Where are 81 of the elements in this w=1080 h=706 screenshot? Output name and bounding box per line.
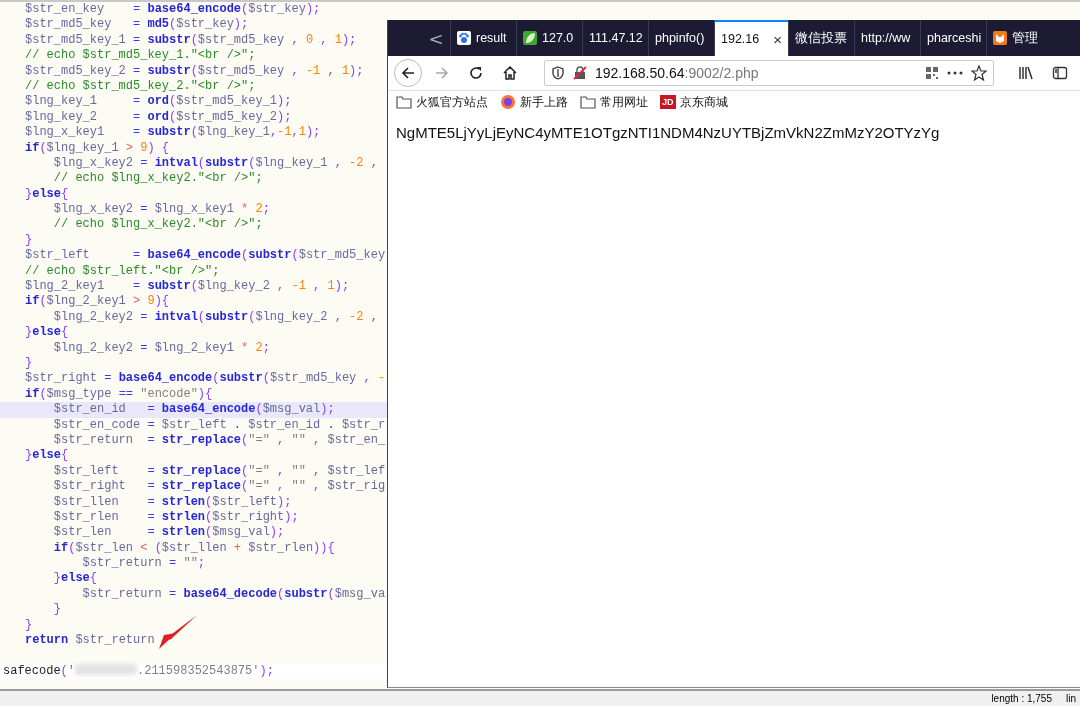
bookmark-label: 京东商城 [679,93,728,111]
code-line: if($msg_type == "encode"){ [24,386,214,403]
insecure-lock-icon [573,66,587,80]
browser-tab[interactable]: pharceshi [920,20,986,56]
code-line: // echo $str_md5_key_2."<br />"; [24,78,257,95]
back-arrow-icon [400,65,416,81]
sidebar-icon [1052,65,1068,81]
globe-icon [500,94,516,110]
bookmark-item[interactable]: 常用网址 [580,93,648,111]
code-line: $lng_x_key2 = $lng_x_key1 * 2; [52,202,271,218]
browser-tab[interactable]: http://ww [854,20,920,56]
code-line: $lng_2_key2 = intval(substr($lng_key_2 , -2 , [52,309,379,326]
code-line: $str_return = str_replace("=" , "" , $str_en_ [52,432,387,449]
browser-tab[interactable]: 管理 [986,20,1052,56]
logo-badge: JD [660,95,676,109]
forward-arrow-icon [434,65,450,81]
code-line: } [24,617,34,633]
browser-tab[interactable]: 111.47.12 [582,20,648,56]
code-line: $lng_x_key2 = intval(substr($lng_key_1 , -2 , [52,155,379,172]
code-line: $str_len = strlen($msg_val); [52,525,286,541]
code-line: $lng_2_key2 = $lng_2_key1 * 2; [52,340,271,356]
code-line: // echo $str_md5_key_1."<br />"; [24,48,257,64]
bookmark-item[interactable]: JD 京东商城 [660,93,728,111]
code-line: }else{ [24,448,70,464]
length-readout: length : 1,755 [991,692,1052,706]
bookmark-label: 常用网址 [600,93,648,111]
url-text: 192.168.50.64:9002/2.php [595,65,760,81]
code-line: // echo $str_left."<br />"; [24,263,221,280]
library-icon [1018,65,1034,81]
code-line: $str_md5_key_2 = substr($str_md5_key , -1 , 1); [24,63,365,79]
bookmark-item[interactable]: 新手上路 [500,93,568,111]
lines-readout: lin [1066,692,1076,706]
qr-code-icon [925,66,939,80]
paw-icon [457,31,471,45]
code-line: $str_llen = strlen($str_left); [52,494,293,510]
star-icon [971,65,987,81]
bookmark-label: 新手上路 [520,93,568,111]
code-line: $str_md5_key = md5($str_key); [24,17,250,33]
close-tab-button[interactable]: × [773,30,782,48]
browser-tab[interactable]: result [450,20,516,56]
code-line: $str_md5_key_1 = substr($str_md5_key , 0 , 1); [24,32,358,49]
fox-icon [993,31,1007,45]
code-line: $str_return = ""; [81,556,207,572]
code-line: // echo $lng_x_key2."<br />"; [52,171,264,187]
code-line: // echo $lng_x_key2."<br />"; [52,217,264,233]
scroll-tabs-button[interactable]: < [422,20,450,56]
browser-tab[interactable]: 微信投票 [788,20,854,56]
code-line: $str_return = base64_decode(substr($msg_va [81,586,387,603]
code-line: $str_right = base64_encode(substr($str_md5_key , - [24,371,387,387]
browser-tab[interactable]: 127.0 [516,20,582,56]
code-line: } [24,232,34,249]
folder-icon [580,94,596,110]
code-line: $str_left = str_replace("=" , "" , $str_lef [52,463,387,480]
bookmark-label: 火狐官方站点 [416,93,488,111]
bookmark-item[interactable]: 火狐官方站点 [396,93,488,111]
shield-icon [551,66,565,80]
code-line: $str_left = base64_encode(substr($str_md5_key [24,248,387,264]
code-line: $str_en_key = base64_encode($str_key); [24,2,322,18]
reload-icon [468,65,484,81]
code-line: $str_rlen = strlen($str_right); [52,509,300,526]
code-line: if($str_len < ($str_llen + $str_rlen)){ [52,540,336,557]
code-line: } [24,356,34,372]
home-icon [502,65,518,81]
browser-tab[interactable]: 192.16 × [714,20,788,56]
code-line: if($lng_key_1 > 9) { [24,140,171,156]
folder-icon [396,94,412,110]
page-text: NgMTE5LjYyLjEyNC4yMTE1OTgzNTI1NDM4NzUYTBjZmVkN2ZmMzY2OTYzYg [395,123,941,143]
leaf-icon [523,31,537,45]
code-line: if($lng_2_key1 > 9){ [24,294,171,310]
code-line: $str_en_code = $str_left . $str_en_id . $str_r [52,417,387,433]
code-line: $lng_x_key1 = substr($lng_key_1,-1,1); [24,125,322,141]
code-line: } [52,602,62,618]
code-line: }else{ [52,571,99,587]
code-line: $str_right = str_replace("=" , "" , $str_rig [52,479,387,495]
code-line: return $str_return [24,633,156,649]
code-line: }else{ [24,186,70,203]
address-bar[interactable]: 192.168.50.64:9002/2.php [544,60,994,86]
code-line: $lng_2_key1 = substr($lng_key_2 , -1 , 1); [24,279,351,295]
code-line: }else{ [24,325,70,341]
code-line: $lng_key_1 = ord($str_md5_key_1); [24,94,293,110]
code-line: $lng_key_2 = ord($str_md5_key_2); [24,109,293,126]
